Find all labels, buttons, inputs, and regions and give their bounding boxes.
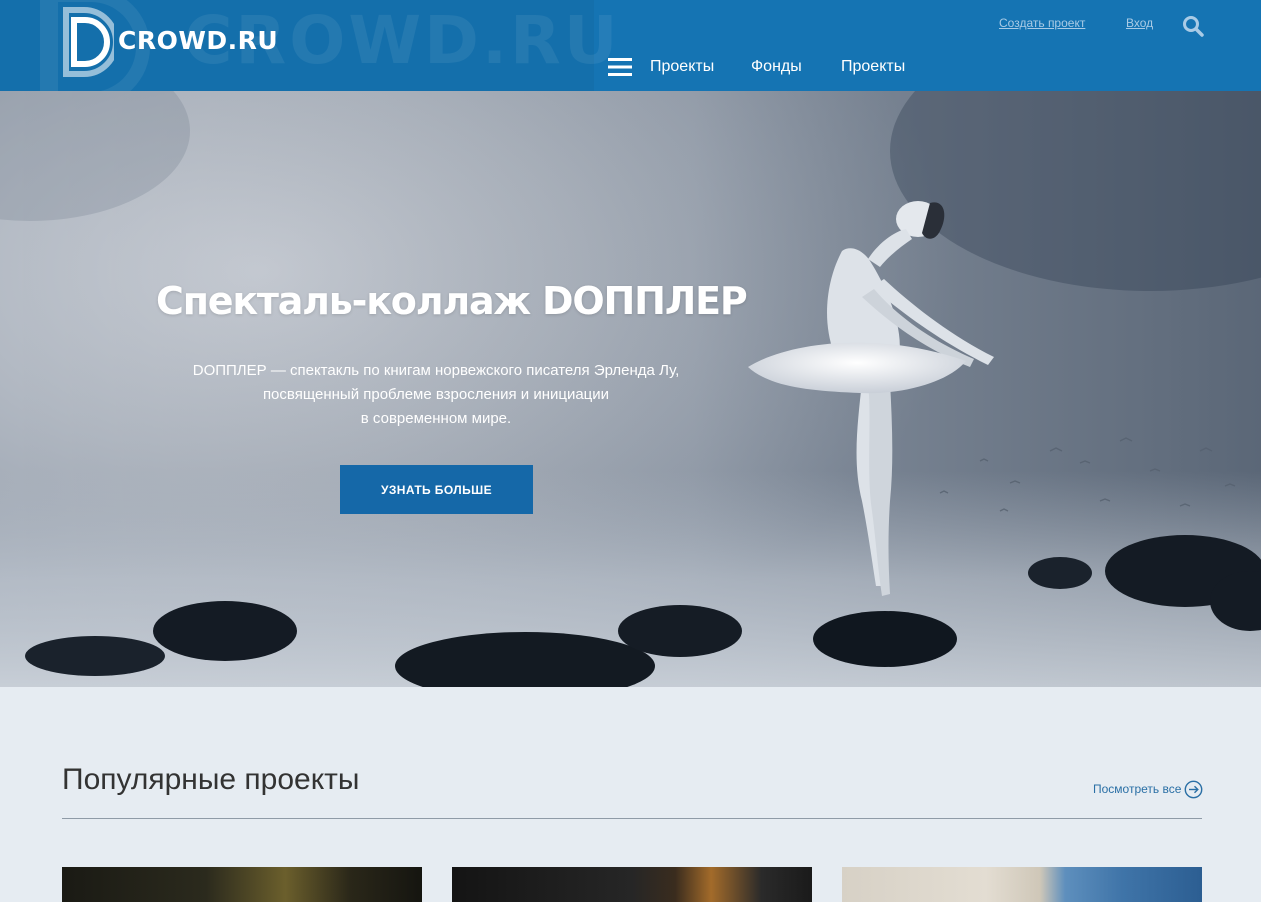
learn-more-button[interactable]: УЗНАТЬ БОЛЬШЕ	[340, 465, 533, 514]
login-link[interactable]: Вход	[1126, 16, 1153, 30]
logo-text[interactable]: CROWD.RU	[118, 26, 278, 55]
nav-funds[interactable]: Фонды	[751, 58, 802, 76]
hero-title: Спекталь-коллаж DОППЛЕР	[156, 279, 748, 323]
hero-banner: Спекталь-коллаж DОППЛЕР DОППЛЕР — спекта…	[0, 91, 1261, 687]
hero-description-line: DОППЛЕР — спектакль по книгам норвежског…	[192, 362, 680, 379]
project-card[interactable]	[842, 867, 1202, 902]
hamburger-menu-icon[interactable]	[608, 57, 632, 77]
hero-description-line: посвященный проблеме взросления и инициа…	[262, 386, 610, 403]
project-card[interactable]	[62, 867, 422, 902]
logo-icon[interactable]	[60, 6, 114, 78]
hero-description-line: в современном мире.	[360, 410, 512, 427]
site-header: CROWD.RU CROWD.RU Создать проект Вход Пр…	[0, 0, 1261, 91]
nav-projects[interactable]: Проекты	[650, 58, 714, 76]
arrow-right-circle-icon[interactable]	[1184, 780, 1203, 799]
hero-description: DОППЛЕР — спектакль по книгам норвежског…	[170, 359, 702, 431]
create-project-link[interactable]: Создать проект	[999, 16, 1085, 30]
view-all-link[interactable]: Посмотреть все	[1093, 782, 1181, 796]
search-icon[interactable]	[1181, 14, 1205, 38]
nav-projects-2[interactable]: Проекты	[841, 58, 905, 76]
popular-projects-heading: Популярные проекты	[62, 763, 360, 796]
section-divider	[62, 818, 1202, 819]
project-card[interactable]	[452, 867, 812, 902]
